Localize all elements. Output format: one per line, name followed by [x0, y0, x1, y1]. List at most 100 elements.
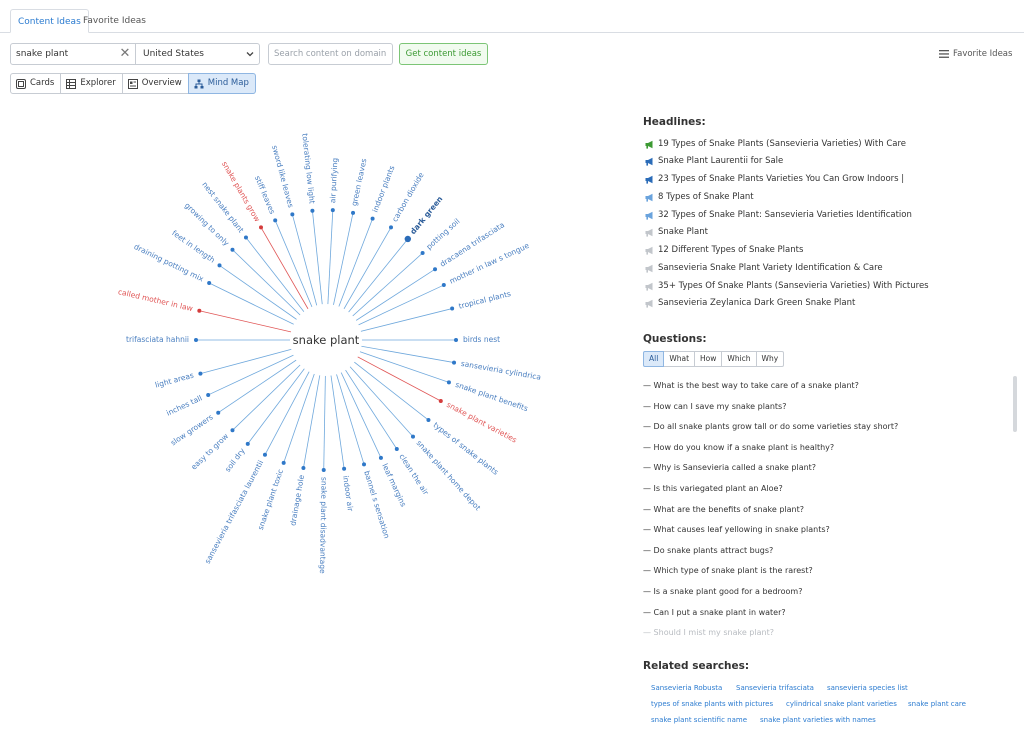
mind-map-node-dot[interactable]	[290, 212, 295, 217]
mind-map-node-dot[interactable]	[321, 467, 326, 472]
question-item[interactable]: — Is a snake plant good for a bedroom?	[643, 586, 802, 598]
mind-map-node-dot[interactable]	[206, 392, 211, 397]
mind-map-node-dot[interactable]	[452, 360, 457, 365]
headline-item[interactable]: Sansevieria Snake Plant Variety Identifi…	[645, 261, 883, 275]
get-content-ideas-button[interactable]: Get content ideas	[399, 43, 488, 65]
mind-map-node-dot[interactable]	[438, 399, 443, 404]
mind-map-node-dot[interactable]	[370, 216, 375, 221]
mind-map-node-dot[interactable]	[197, 308, 202, 313]
mind-map-node-label[interactable]: birds nest	[463, 335, 500, 344]
mind-map-node-dot[interactable]	[389, 225, 393, 230]
question-item[interactable]: — Should I mist my snake plant?	[643, 627, 774, 639]
mind-map-node-label[interactable]: leaf margins	[380, 462, 408, 508]
question-item[interactable]: — Do snake plants attract bugs?	[643, 545, 773, 557]
mind-map-node-dot[interactable]	[273, 218, 278, 223]
mind-map-node-dot[interactable]	[450, 306, 455, 311]
mind-map-node-dot[interactable]	[230, 247, 235, 252]
mind-map-node-label[interactable]: indoor air	[341, 475, 355, 513]
related-search-chip[interactable]: snake plant care	[908, 698, 966, 711]
mind-map-node-label[interactable]: snake plant toxic	[256, 468, 285, 531]
mind-map-node-dot[interactable]	[433, 267, 438, 272]
mind-map-node-label[interactable]: air purifying	[328, 157, 339, 203]
view-overview-button[interactable]: Overview	[121, 73, 189, 94]
mind-map-node-label[interactable]: inches tall	[165, 393, 204, 417]
mind-map-node-label[interactable]: feet in length	[170, 228, 217, 264]
view-cards-button[interactable]: Cards	[10, 73, 62, 94]
clear-icon[interactable]: ✕	[119, 46, 131, 62]
question-item[interactable]: — Can I put a snake plant in water?	[643, 607, 786, 619]
mind-map-node-dot[interactable]	[301, 466, 306, 471]
mind-map-node-label[interactable]: slow growers	[169, 412, 215, 447]
mind-map-node-label[interactable]: sword like leaves	[270, 144, 295, 208]
domain-search-input[interactable]	[268, 43, 393, 65]
headline-item[interactable]: 8 Types of Snake Plant	[645, 190, 754, 204]
question-item[interactable]: — What causes leaf yellowing in snake pl…	[643, 524, 830, 536]
mind-map-node-label[interactable]: tolerating low light	[300, 133, 316, 204]
mind-map-node-label[interactable]: indoor plants	[370, 164, 396, 213]
favorite-ideas-link[interactable]: Favorite Ideas	[939, 47, 1012, 61]
question-filter-what[interactable]: What	[663, 351, 696, 367]
mind-map-node-dot[interactable]	[378, 455, 383, 460]
mind-map-node-dot[interactable]	[342, 466, 347, 471]
question-item[interactable]: — How can I save my snake plants?	[643, 401, 786, 413]
question-filter-how[interactable]: How	[694, 351, 723, 367]
scrollbar-thumb[interactable]	[1013, 376, 1017, 432]
mind-map-node-label[interactable]: drainage hole	[288, 474, 306, 527]
mind-map-node-label[interactable]: sansevieria cylindrica	[460, 359, 542, 382]
mind-map-node-dot[interactable]	[330, 208, 335, 213]
mind-map-node-dot[interactable]	[198, 371, 203, 376]
headline-item[interactable]: 35+ Types Of Snake Plants (Sansevieria V…	[645, 279, 929, 293]
mind-map-node-label[interactable]: tropical plants	[458, 289, 512, 311]
related-search-chip[interactable]: snake plant scientific name	[651, 714, 747, 727]
mind-map-node-label[interactable]: light areas	[154, 371, 195, 390]
headline-item[interactable]: Snake Plant Laurentii for Sale	[645, 154, 783, 168]
tab-favorite-ideas[interactable]: Favorite Ideas	[76, 9, 153, 33]
mind-map-node-label[interactable]: green leaves	[350, 158, 369, 207]
view-explorer-button[interactable]: Explorer	[60, 73, 123, 94]
related-search-chip[interactable]: snake plant varieties with names	[760, 714, 876, 727]
mind-map-node-dot[interactable]	[207, 281, 212, 286]
mind-map-node-dot[interactable]	[310, 208, 315, 213]
question-item[interactable]: — Do all snake plants grow tall or do so…	[643, 421, 898, 433]
mind-map-node-dot[interactable]	[243, 235, 248, 240]
mind-map-node-dot[interactable]	[230, 428, 235, 433]
mind-map-node-label[interactable]: called mother in law	[117, 287, 193, 313]
related-search-chip[interactable]: Sansevieria trifasciata	[736, 682, 814, 695]
mind-map-node-dot[interactable]	[441, 283, 446, 288]
headline-item[interactable]: 19 Types of Snake Plants (Sansevieria Va…	[645, 137, 906, 151]
mind-map-node-dot[interactable]	[217, 263, 222, 268]
related-search-chip[interactable]: Sansevieria Robusta	[651, 682, 722, 695]
question-item[interactable]: — What is the best way to take care of a…	[643, 380, 859, 392]
mind-map-node-dot[interactable]	[420, 251, 425, 256]
mind-map-node-dot[interactable]	[410, 434, 415, 439]
mind-map-node-dot[interactable]	[454, 338, 458, 342]
mind-map-node-dot[interactable]	[194, 338, 198, 342]
mind-map-node-dot[interactable]	[281, 460, 286, 465]
question-filter-all[interactable]: All	[643, 351, 665, 367]
question-filter-which[interactable]: Which	[721, 351, 757, 367]
mind-map-node-label[interactable]: dark green	[408, 194, 444, 236]
related-search-chip[interactable]: sansevieria species list	[827, 682, 908, 695]
mind-map-node-dot[interactable]	[259, 225, 263, 230]
keyword-input[interactable]	[16, 44, 116, 64]
mind-map-node-label[interactable]: snake plant disadvantage	[318, 477, 329, 574]
headline-item[interactable]: Sansevieria Zeylanica Dark Green Snake P…	[645, 296, 855, 310]
headline-item[interactable]: 32 Types of Snake Plant: Sansevieria Var…	[645, 208, 912, 222]
mind-map-node-dot[interactable]	[446, 380, 451, 385]
mind-map-node-dot[interactable]	[245, 441, 250, 446]
headline-item[interactable]: 12 Different Types of Snake Plants	[645, 243, 803, 257]
keyword-field[interactable]: ✕	[10, 43, 136, 65]
view-mindmap-button[interactable]: Mind Map	[187, 73, 256, 94]
question-item[interactable]: — What are the benefits of snake plant?	[643, 504, 804, 516]
question-filter-why[interactable]: Why	[755, 351, 785, 367]
mind-map-node-label[interactable]: trifasciata hahnii	[126, 335, 189, 344]
mind-map-node-dot[interactable]	[394, 447, 399, 452]
question-item[interactable]: — How do you know if a snake plant is he…	[643, 442, 834, 454]
mind-map-node-label[interactable]: potting soil	[424, 217, 461, 252]
mind-map-node-dot[interactable]	[216, 410, 221, 415]
question-item[interactable]: — Which type of snake plant is the rares…	[643, 565, 813, 577]
mind-map-node-label[interactable]: sansevieria trifasciata laurentii	[203, 459, 265, 566]
country-select[interactable]: United States	[135, 43, 260, 65]
headline-item[interactable]: 23 Types of Snake Plants Varieties You C…	[645, 172, 904, 186]
related-search-chip[interactable]: cylindrical snake plant varieties	[786, 698, 897, 711]
